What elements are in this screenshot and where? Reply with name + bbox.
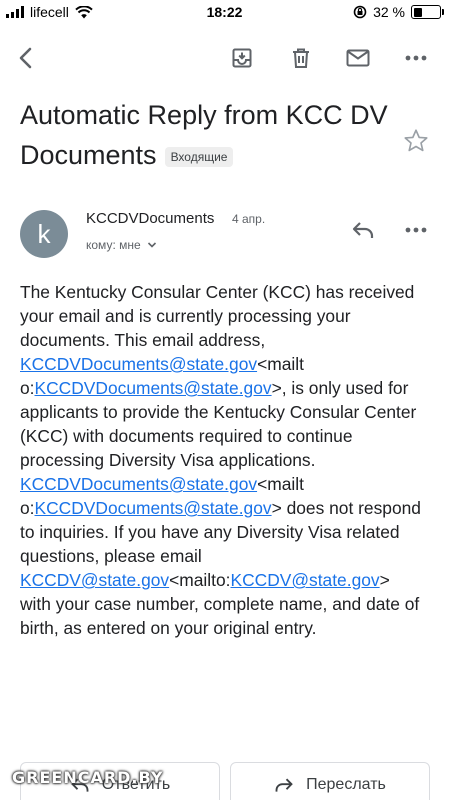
sender-row: k KCCDVDocuments 4 апр. кому: мне: [20, 208, 440, 260]
watermark: GREENCARD.BY: [12, 768, 164, 787]
rotation-lock-icon: [353, 5, 367, 19]
reply-icon-button[interactable]: [347, 214, 379, 246]
recipient-details[interactable]: кому: мне: [86, 238, 157, 252]
body-text: <mailto:: [169, 570, 231, 590]
delete-button[interactable]: [283, 40, 319, 76]
email-body: The Kentucky Consular Center (KCC) has r…: [20, 280, 425, 640]
battery-fill: [413, 7, 422, 17]
back-button[interactable]: [8, 40, 44, 76]
body-text: The Kentucky Consular Center (KCC) has r…: [20, 282, 415, 350]
archive-icon: [232, 48, 252, 68]
email-link[interactable]: KCCDVDocuments@state.gov: [35, 498, 272, 518]
forward-icon: [275, 778, 293, 792]
recipient-text: кому: мне: [86, 238, 141, 252]
forward-button[interactable]: Переслать: [230, 762, 430, 800]
more-options-button[interactable]: [398, 40, 434, 76]
battery-percent: 32 %: [373, 4, 405, 20]
star-button[interactable]: [402, 127, 430, 155]
message-more-button[interactable]: [400, 214, 432, 246]
battery-icon: [411, 5, 444, 19]
archive-button[interactable]: [224, 40, 260, 76]
status-bar: lifecell 18:22 32 %: [0, 0, 449, 26]
trash-icon: [293, 48, 309, 68]
chevron-down-icon: [147, 242, 157, 248]
status-right: 32 %: [353, 4, 444, 20]
email-date: 4 апр.: [232, 212, 266, 226]
email-link[interactable]: KCCDVDocuments@state.gov: [20, 354, 257, 374]
forward-label: Переслать: [306, 776, 386, 793]
back-icon: [19, 47, 32, 69]
toolbar: [0, 30, 449, 86]
mail-icon: [346, 49, 370, 67]
more-icon: [405, 227, 427, 233]
email-link[interactable]: KCCDV@state.gov: [20, 570, 169, 590]
mark-unread-button[interactable]: [340, 40, 376, 76]
subject-block: Automatic Reply from KCC DV Documents Вхо…: [20, 95, 400, 175]
email-link[interactable]: KCCDV@state.gov: [231, 570, 380, 590]
avatar[interactable]: k: [20, 210, 68, 258]
email-link[interactable]: KCCDVDocuments@state.gov: [35, 378, 272, 398]
sender-name: KCCDVDocuments: [86, 210, 215, 227]
reply-icon: [352, 222, 374, 238]
star-icon: [404, 129, 428, 152]
more-icon: [405, 55, 427, 61]
email-link[interactable]: KCCDVDocuments@state.gov: [20, 474, 257, 494]
inbox-label-badge[interactable]: Входящие: [164, 146, 234, 167]
